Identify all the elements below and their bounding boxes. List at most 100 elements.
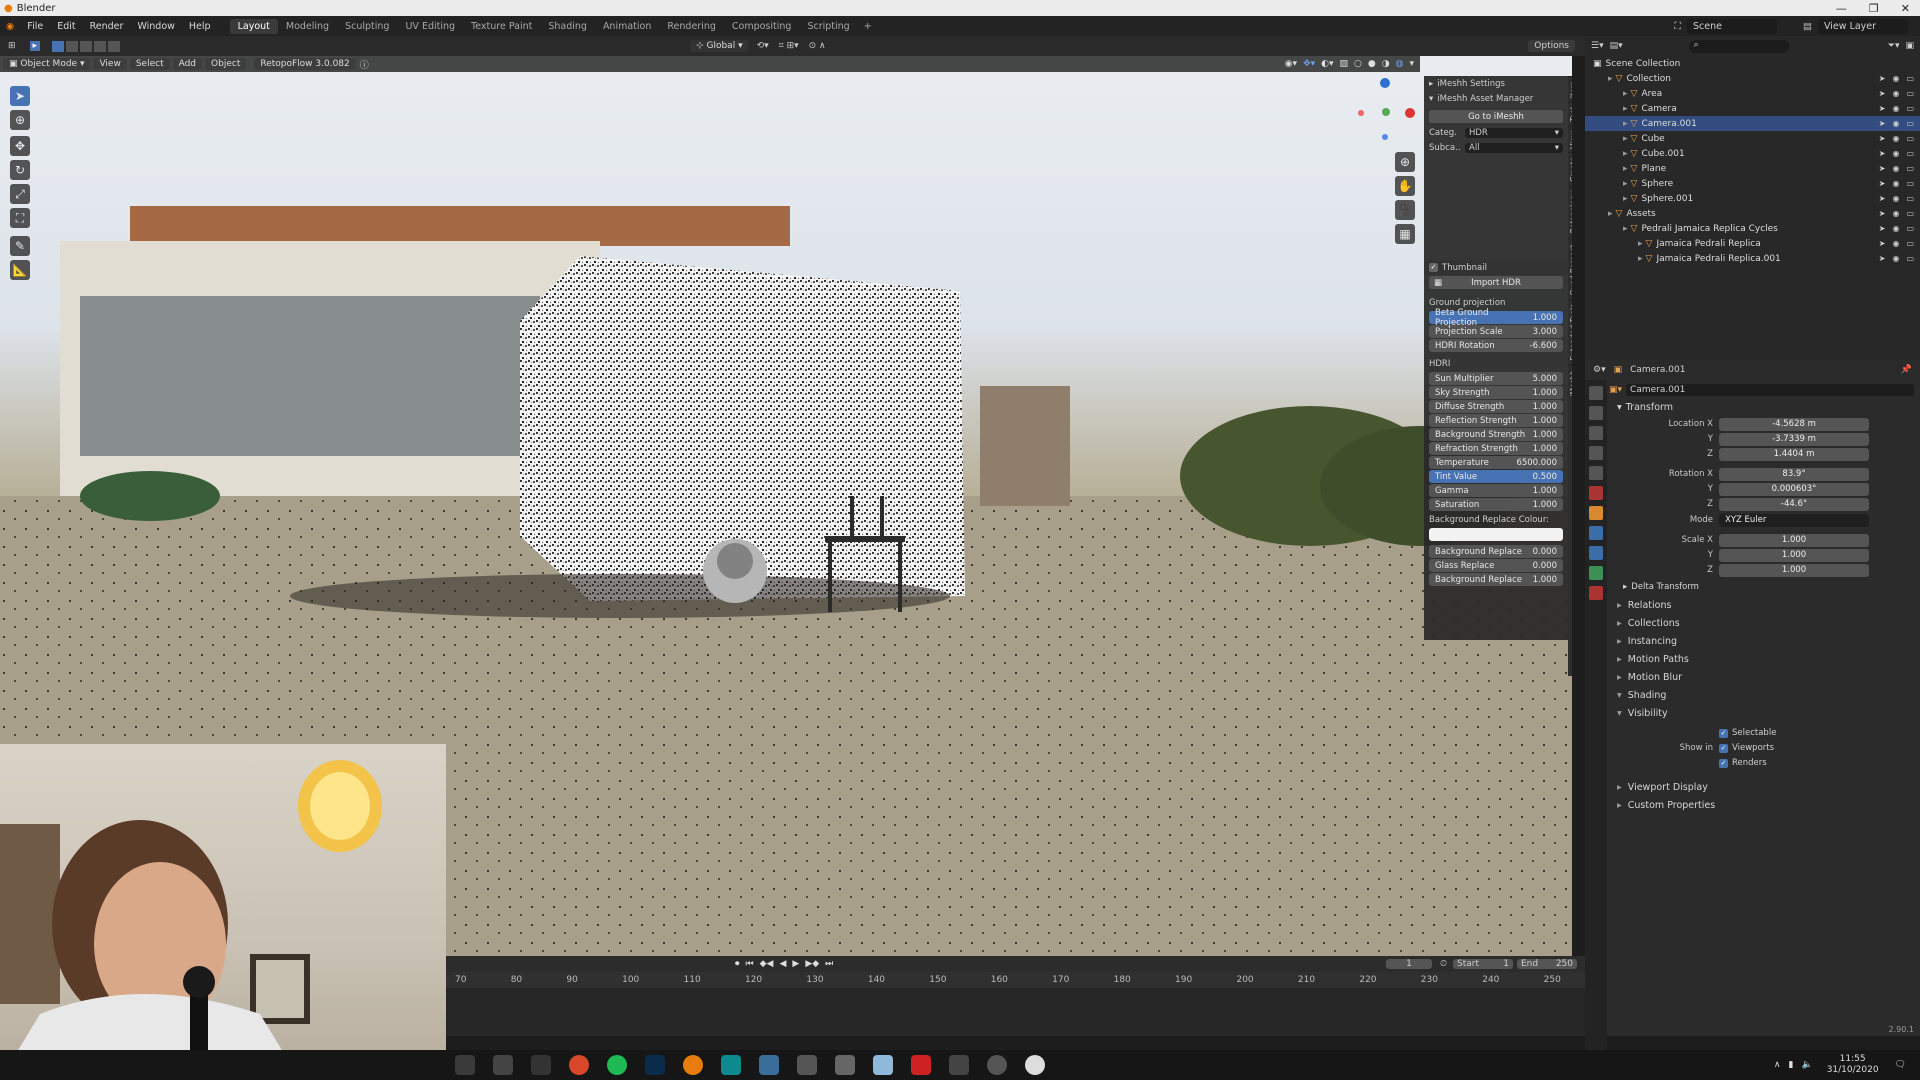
overlay-icon[interactable]: ◐▾ <box>1321 59 1333 69</box>
sidebar-tab-imeshh[interactable]: iMeshh <box>1568 364 1572 401</box>
bg-replace-colour-swatch[interactable] <box>1429 528 1563 541</box>
field-sky-strength[interactable]: Sky Strength 1.000 <box>1429 386 1563 399</box>
view-layer-selector[interactable]: View Layer <box>1818 18 1908 34</box>
scale-z-field[interactable]: 1.000 <box>1719 563 1869 577</box>
select-tool-icon[interactable]: ▸ <box>29 41 41 51</box>
tab-sculpting[interactable]: Sculpting <box>337 19 397 34</box>
photoshop-icon[interactable] <box>645 1055 665 1075</box>
location-y-field[interactable]: -3.7339 m <box>1719 432 1869 446</box>
app-icon-6[interactable] <box>835 1055 855 1075</box>
blender-taskbar-icon[interactable] <box>683 1055 703 1075</box>
object-mode-dropdown[interactable]: ▣ Object Mode ▾ <box>3 58 91 70</box>
gizmo-icon[interactable]: ✥▾ <box>1303 59 1315 69</box>
scene-icon[interactable]: ⛶ <box>1674 21 1681 32</box>
field-background-strength[interactable]: Background Strength 1.000 <box>1429 428 1563 441</box>
pivot-icon[interactable]: ⟲▾ <box>757 41 769 51</box>
render-icon[interactable]: ▭ <box>1906 239 1914 248</box>
rotation-mode-dropdown[interactable]: XYZ Euler <box>1719 513 1869 527</box>
jump-start-icon[interactable]: ⏮ <box>746 959 754 969</box>
eye-icon[interactable]: ◉ <box>1892 134 1899 143</box>
field-beta-ground-projection[interactable]: Beta Ground Projection 1.000 <box>1429 308 1563 328</box>
outliner-row[interactable]: ▸ ▽ Collection ➤ ◉ ▭ <box>1585 71 1920 86</box>
menu-help[interactable]: Help <box>182 21 218 32</box>
expand-arrow-icon[interactable]: ▸ <box>1623 119 1628 129</box>
add-menu[interactable]: Add <box>172 58 203 70</box>
measure-tool-icon[interactable]: 📐 <box>10 260 30 280</box>
outliner-row[interactable]: ▸ ▽ Cube ➤ ◉ ▭ <box>1585 131 1920 146</box>
display-mode-icon[interactable]: ▤▾ <box>1610 41 1623 51</box>
render-icon[interactable]: ▭ <box>1906 104 1914 113</box>
expand-arrow-icon[interactable]: ▸ <box>1623 194 1628 204</box>
field-reflection-strength[interactable]: Reflection Strength 1.000 <box>1429 414 1563 427</box>
outliner-row[interactable]: ▸ ▽ Cube.001 ➤ ◉ ▭ <box>1585 146 1920 161</box>
field-temperature[interactable]: Temperature 6500.000 <box>1429 456 1563 469</box>
render-icon[interactable]: ▭ <box>1906 254 1914 263</box>
go-to-imeshh-button[interactable]: Go to iMeshh <box>1429 110 1563 123</box>
view-menu[interactable]: View <box>93 58 127 70</box>
camera-view-icon[interactable]: 🎥 <box>1395 200 1415 220</box>
section-custom-properties[interactable]: ▸ Custom Properties <box>1609 796 1914 814</box>
object-name-field[interactable]: ▣▾ Camera.001 <box>1609 382 1914 398</box>
xray-icon[interactable]: ▨ <box>1340 59 1349 69</box>
subcategory-dropdown[interactable]: All ▾ <box>1465 142 1563 153</box>
view-layer-tab-icon[interactable] <box>1589 446 1603 460</box>
field-saturation[interactable]: Saturation 1.000 <box>1429 498 1563 511</box>
render-icon[interactable]: ▭ <box>1906 89 1914 98</box>
render-icon[interactable]: ▭ <box>1906 149 1914 158</box>
eye-icon[interactable]: ◉ <box>1892 89 1899 98</box>
app-icon-3[interactable] <box>721 1055 741 1075</box>
pan-icon[interactable]: ✋ <box>1395 176 1415 196</box>
data-tab-icon[interactable] <box>1589 566 1603 580</box>
options-dropdown[interactable]: Options <box>1528 40 1575 52</box>
section-visibility[interactable]: ▾ Visibility <box>1609 704 1914 722</box>
tab-rendering[interactable]: Rendering <box>659 19 724 34</box>
rotation-x-field[interactable]: 83.9° <box>1719 467 1869 481</box>
tab-texture-paint[interactable]: Texture Paint <box>463 19 540 34</box>
field-background-replace[interactable]: Background Replace 0.000 <box>1429 545 1563 558</box>
render-tab-icon[interactable] <box>1589 406 1603 420</box>
object-tab-icon[interactable] <box>1589 506 1603 520</box>
eye-icon[interactable]: ◉ <box>1892 194 1899 203</box>
expand-arrow-icon[interactable]: ▸ <box>1623 104 1628 114</box>
close-icon[interactable]: ✕ <box>1901 2 1910 15</box>
select-box-tool-icon[interactable]: ➤ <box>10 86 30 106</box>
timeline-track-area[interactable] <box>445 988 1585 1032</box>
eye-icon[interactable]: ◉ <box>1892 209 1899 218</box>
app-icon-5[interactable] <box>797 1055 817 1075</box>
field-background-replace[interactable]: Background Replace 1.000 <box>1429 573 1563 586</box>
tray-chevron-icon[interactable]: ∧ <box>1774 1060 1781 1070</box>
thumbnail-checkbox[interactable]: ✓ <box>1429 263 1438 272</box>
section-shading[interactable]: ▾ Shading <box>1609 686 1914 704</box>
material-shading-icon[interactable]: ◑ <box>1382 59 1390 69</box>
imeshh-asset-manager-header[interactable]: ▾ iMeshh Asset Manager <box>1424 91 1568 106</box>
sidebar-tab-tool[interactable]: Tool <box>1568 102 1572 126</box>
tab-animation[interactable]: Animation <box>595 19 659 34</box>
section-collections[interactable]: ▸ Collections <box>1609 614 1914 632</box>
location-x-field[interactable]: -4.5628 m <box>1719 417 1869 431</box>
scene-selector[interactable]: Scene <box>1687 18 1778 34</box>
play-reverse-icon[interactable]: ◀ <box>779 959 786 969</box>
eye-icon[interactable]: ◉ <box>1892 74 1899 83</box>
notification-icon[interactable]: 🗨 <box>1895 1060 1906 1070</box>
scale-y-field[interactable]: 1.000 <box>1719 548 1869 562</box>
navigation-gizmo[interactable] <box>1350 76 1420 146</box>
app-icon-9[interactable] <box>949 1055 969 1075</box>
section-instancing[interactable]: ▸ Instancing <box>1609 632 1914 650</box>
maximize-icon[interactable]: ❐ <box>1869 2 1879 15</box>
outliner-row[interactable]: ▸ ▽ Camera ➤ ◉ ▭ <box>1585 101 1920 116</box>
outliner-editor-icon[interactable]: ☰▾ <box>1591 41 1604 51</box>
shading-options-icon[interactable]: ▾ <box>1409 59 1414 69</box>
selectable-checkbox[interactable]: ✓ <box>1719 728 1728 738</box>
app-icon-4[interactable] <box>759 1055 779 1075</box>
app-icon-7[interactable] <box>873 1055 893 1075</box>
rendered-shading-icon[interactable]: ◍ <box>1396 59 1404 69</box>
location-z-field[interactable]: 1.4404 m <box>1719 447 1869 461</box>
minimize-icon[interactable]: — <box>1836 2 1847 15</box>
visibility-icon[interactable]: ◉▾ <box>1285 59 1297 69</box>
rotate-tool-icon[interactable]: ↻ <box>10 160 30 180</box>
sidebar-tab-quad-remesh[interactable]: Quad Remesh <box>1568 237 1572 300</box>
app-icon-1[interactable] <box>493 1055 513 1075</box>
eye-icon[interactable]: ◉ <box>1892 179 1899 188</box>
filter-icon[interactable]: ⏷▾ <box>1888 41 1900 51</box>
clock-date[interactable]: 31/10/2020 <box>1827 1065 1879 1076</box>
